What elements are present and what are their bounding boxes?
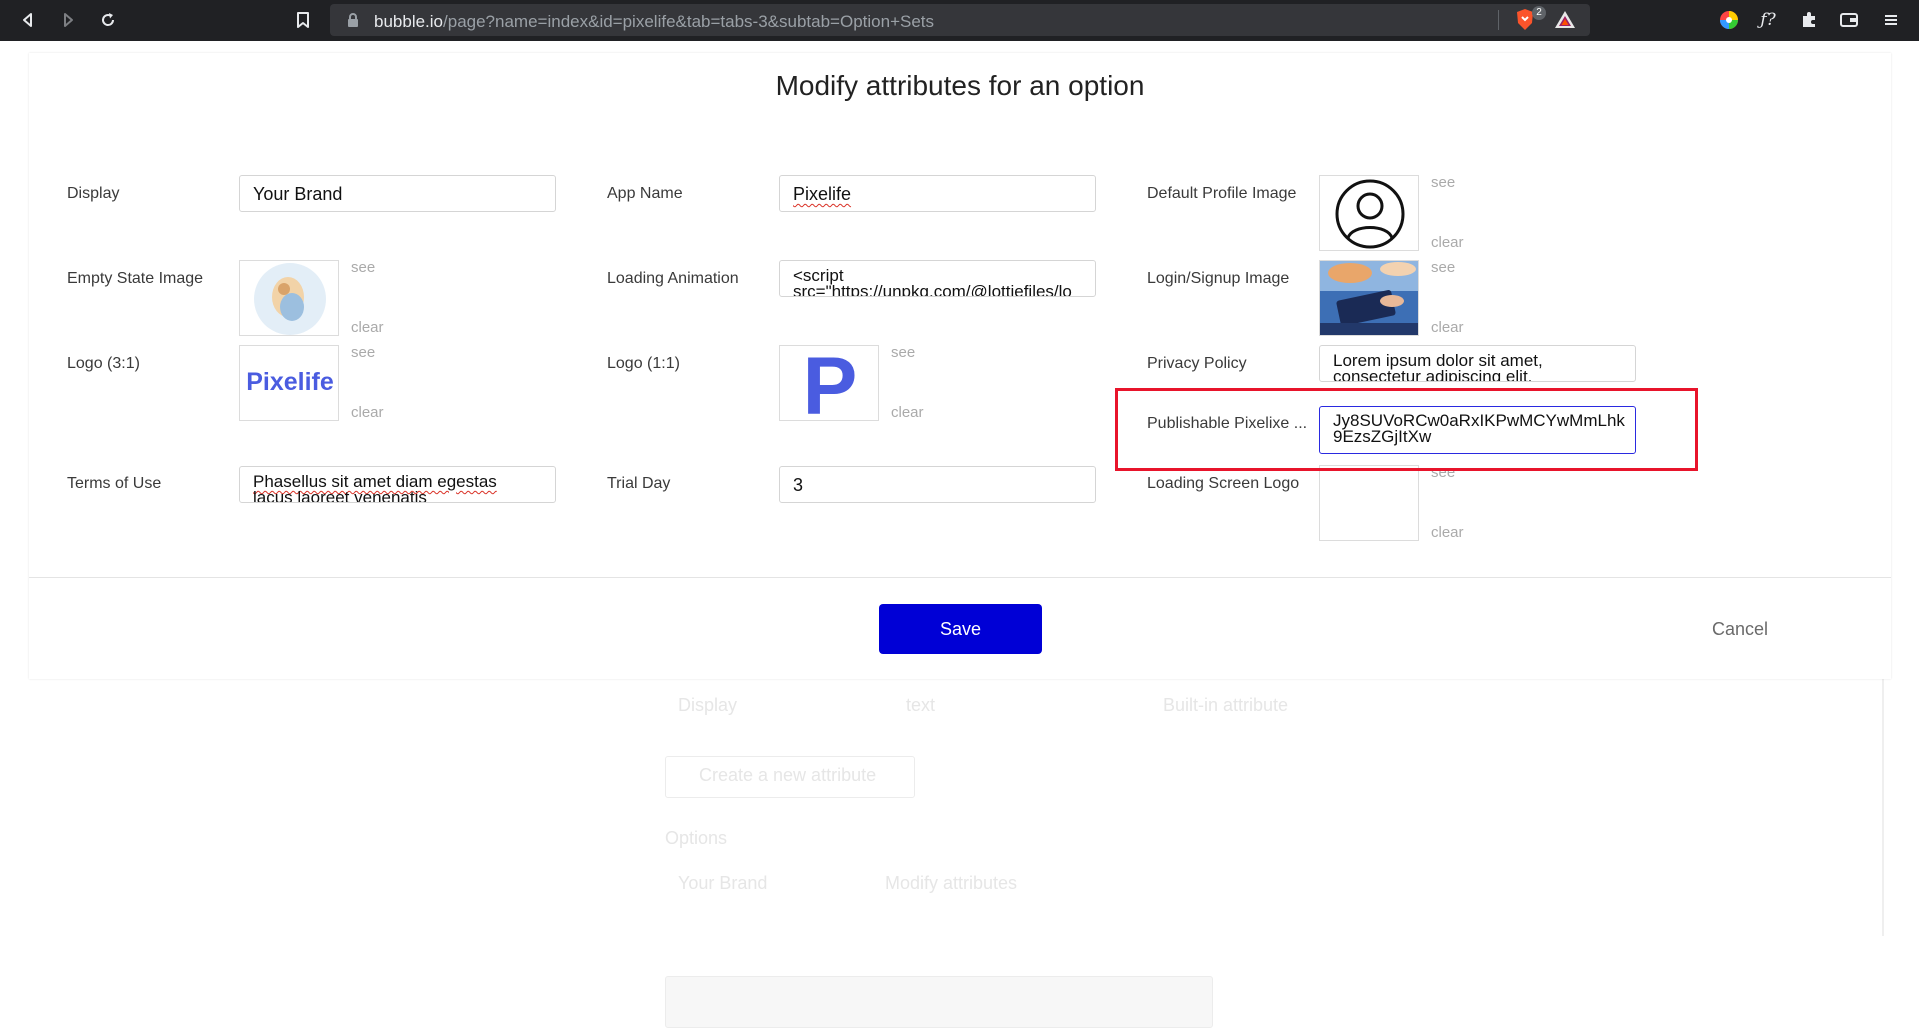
logo-1-1-letter: P — [802, 345, 858, 421]
logo-1-1-clear-link[interactable]: clear — [891, 404, 924, 421]
modal-divider — [29, 577, 1891, 578]
empty-state-illustration — [254, 263, 326, 335]
color-picker-extension-icon[interactable] — [1717, 8, 1741, 32]
logo-3-1-see-link[interactable]: see — [351, 344, 375, 361]
brave-rewards-icon[interactable] — [1554, 9, 1576, 36]
login-clear-link[interactable]: clear — [1431, 319, 1464, 336]
trial-day-value: 3 — [793, 475, 804, 495]
privacy-policy-value: Lorem ipsum dolor sit amet, consectetur … — [1333, 352, 1635, 382]
default-profile-image-label: Default Profile Image — [1147, 185, 1297, 202]
modify-attributes-modal: Modify attributes for an option Display … — [29, 53, 1891, 679]
url-path: /page?name=index&id=pixelife&tab=tabs-3&… — [443, 12, 935, 31]
loading-animation-label: Loading Animation — [607, 270, 739, 287]
forward-icon[interactable] — [56, 8, 80, 32]
display-input[interactable]: Your Brand — [239, 175, 556, 212]
bg-your-brand: Your Brand — [678, 873, 768, 893]
bg-create-attribute-label: Create a new attribute — [699, 765, 877, 785]
display-label: Display — [67, 185, 120, 202]
bg-builtin-label: Built-in attribute — [1163, 695, 1289, 715]
empty-state-clear-link[interactable]: clear — [351, 319, 384, 336]
terms-of-use-label: Terms of Use — [67, 475, 162, 492]
logo-3-1-image[interactable]: Pixelife — [239, 345, 339, 421]
app-name-input[interactable]: Pixelife — [779, 175, 1096, 212]
loading-screen-logo-label: Loading Screen Logo — [1147, 475, 1300, 492]
browser-toolbar: bubble.io/page?name=index&id=pixelife&ta… — [0, 0, 1919, 41]
logo-3-1-text: Pixelife — [246, 368, 334, 396]
bg-panel — [665, 976, 1213, 1028]
address-bar[interactable]: bubble.io/page?name=index&id=pixelife&ta… — [330, 4, 1590, 36]
login-signup-image-label: Login/Signup Image — [1147, 270, 1290, 287]
bookmark-icon[interactable] — [291, 8, 315, 32]
logo-1-1-see-link[interactable]: see — [891, 344, 915, 361]
bg-text-label: text — [906, 695, 936, 715]
logo-3-1-label: Logo (3:1) — [67, 355, 140, 372]
logo-1-1-label: Logo (1:1) — [607, 355, 680, 372]
font-finder-icon[interactable]: ƒ? — [1756, 8, 1780, 32]
cancel-button[interactable]: Cancel — [1712, 619, 1768, 640]
shields-badge: 2 — [1532, 6, 1546, 20]
logo-3-1-clear-link[interactable]: clear — [351, 404, 384, 421]
login-see-link[interactable]: see — [1431, 259, 1455, 276]
save-button[interactable]: Save — [879, 604, 1042, 654]
wallet-icon[interactable] — [1837, 8, 1861, 32]
empty-state-image[interactable] — [239, 260, 339, 336]
empty-state-image-label: Empty State Image — [67, 270, 204, 287]
loading-animation-value: <script src="https://unpkg.com/@lottiefi… — [793, 267, 1095, 297]
url-host: bubble.io — [374, 12, 444, 31]
app-name-value: Pixelife — [793, 184, 852, 204]
extensions-puzzle-icon[interactable] — [1797, 8, 1821, 32]
login-signup-image[interactable] — [1319, 260, 1419, 336]
profile-clear-link[interactable]: clear — [1431, 234, 1464, 251]
privacy-policy-label: Privacy Policy — [1147, 355, 1247, 372]
empty-state-see-link[interactable]: see — [351, 259, 375, 276]
back-icon[interactable] — [16, 8, 40, 32]
menu-icon[interactable] — [1879, 8, 1903, 32]
terms-line-2: lacus laoreet venenatis — [253, 488, 427, 503]
user-profile-icon — [1335, 179, 1405, 249]
display-value: Your Brand — [253, 184, 343, 204]
bg-options-label: Options — [665, 828, 728, 848]
privacy-policy-input[interactable]: Lorem ipsum dolor sit amet, consectetur … — [1319, 345, 1636, 382]
url-text: bubble.io/page?name=index&id=pixelife&ta… — [374, 12, 934, 32]
logo-1-1-image[interactable]: P — [779, 345, 879, 421]
trial-day-label: Trial Day — [607, 475, 671, 492]
bg-scrollbar — [1882, 646, 1884, 936]
modal-title: Modify attributes for an option — [775, 70, 1145, 101]
loading-screen-logo-image[interactable] — [1319, 465, 1419, 541]
profile-see-link[interactable]: see — [1431, 174, 1455, 191]
url-separator — [1498, 10, 1499, 30]
trial-day-input[interactable]: 3 — [779, 466, 1096, 503]
privacy-line-2: consectetur adipiscing elit. — [1333, 367, 1533, 382]
login-photo — [1320, 261, 1418, 335]
terms-of-use-value: Phasellus sit amet diam egestas lacus la… — [253, 473, 555, 503]
bg-display-label: Display — [678, 695, 738, 715]
bg-modify-attributes: Modify attributes — [885, 873, 1018, 893]
lock-icon — [346, 12, 360, 33]
app-name-label: App Name — [607, 185, 683, 202]
reload-icon[interactable] — [96, 8, 120, 32]
loading-logo-clear-link[interactable]: clear — [1431, 524, 1464, 541]
terms-of-use-input[interactable]: Phasellus sit amet diam egestas lacus la… — [239, 466, 556, 503]
loading-animation-input[interactable]: <script src="https://unpkg.com/@lottiefi… — [779, 260, 1096, 297]
default-profile-image[interactable] — [1319, 175, 1419, 251]
loading-animation-line-2: src="https://unpkg.com/@lottiefiles/lo — [793, 282, 1072, 297]
highlight-box — [1115, 388, 1698, 471]
